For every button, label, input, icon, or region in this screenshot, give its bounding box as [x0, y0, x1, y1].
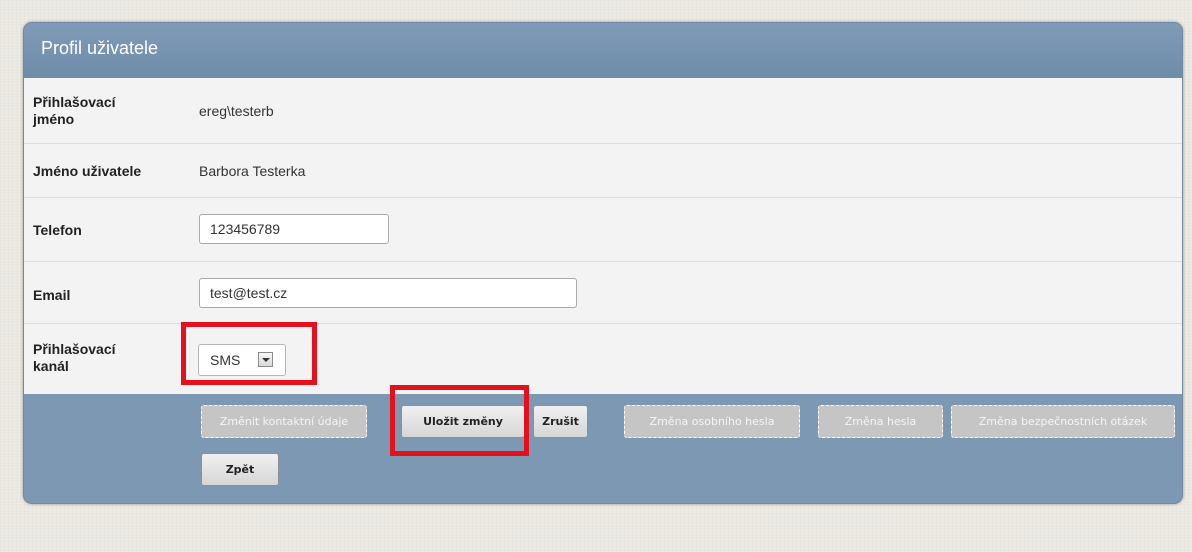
chevron-down-icon — [258, 352, 273, 367]
email-row: Email — [24, 262, 1182, 324]
login-name-value: ereg\testerb — [199, 103, 274, 119]
login-channel-row: Přihlašovací kanál SMS — [24, 324, 1182, 394]
user-profile-panel: Profil uživatele Přihlašovací jméno ereg… — [23, 22, 1183, 504]
change-password-button[interactable]: Změna hesla — [818, 405, 943, 438]
cancel-button[interactable]: Zrušit — [533, 405, 588, 438]
login-name-row: Přihlašovací jméno ereg\testerb — [24, 78, 1182, 144]
phone-row: Telefon — [24, 198, 1182, 262]
phone-label: Telefon — [33, 222, 82, 238]
panel-header: Profil uživatele — [24, 23, 1182, 78]
user-name-row: Jméno uživatele Barbora Testerka — [24, 144, 1182, 198]
login-channel-select[interactable]: SMS — [198, 344, 286, 376]
email-label: Email — [33, 287, 71, 303]
email-input[interactable] — [199, 278, 577, 308]
user-name-value: Barbora Testerka — [199, 163, 306, 179]
login-channel-selected-value: SMS — [210, 352, 241, 368]
change-personal-password-button[interactable]: Změna osobního hesla — [624, 405, 800, 438]
login-name-label: Přihlašovací jméno — [33, 94, 116, 127]
save-changes-button[interactable]: Uložit změny — [401, 405, 525, 438]
panel-title: Profil uživatele — [41, 38, 159, 58]
user-name-label: Jméno uživatele — [33, 163, 142, 179]
login-channel-label: Přihlašovací kanál — [33, 341, 116, 374]
change-security-questions-button[interactable]: Změna bezpečnostních otázek — [951, 405, 1175, 438]
profile-form: Přihlašovací jméno ereg\testerb Jméno už… — [24, 78, 1182, 394]
change-contact-button[interactable]: Změnit kontaktní údaje — [201, 405, 367, 438]
back-button[interactable]: Zpět — [201, 453, 279, 486]
phone-input[interactable] — [199, 214, 389, 244]
